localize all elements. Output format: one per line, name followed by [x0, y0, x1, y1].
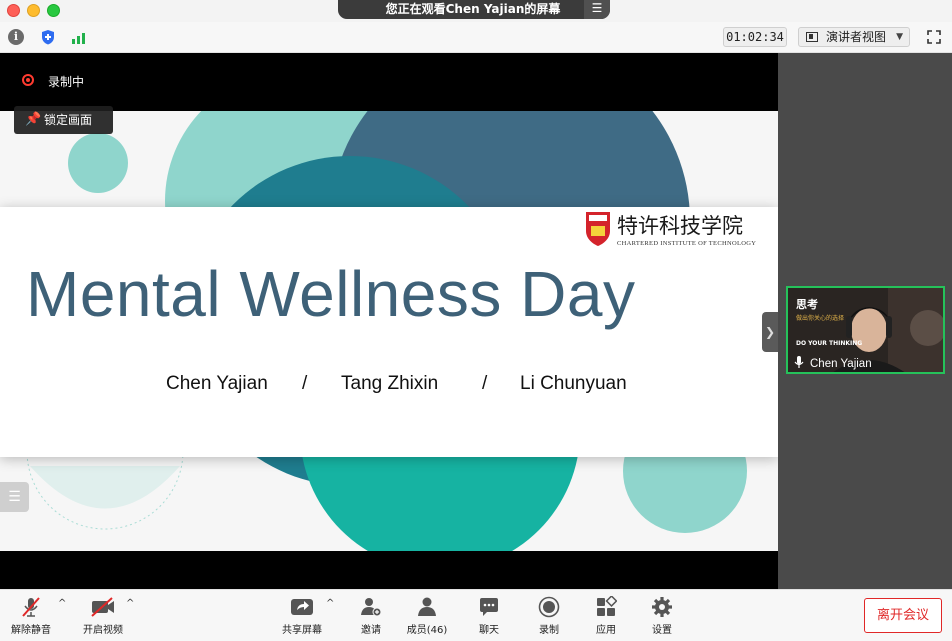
list-icon[interactable]: ☰	[0, 482, 29, 512]
participants-button[interactable]: 成员(46)	[404, 596, 450, 636]
share-options-chevron-up-icon[interactable]: ^	[326, 598, 334, 609]
apps-button[interactable]: 应用	[589, 596, 623, 636]
video-caption-subtitle: 做出你关心的选择	[796, 315, 845, 322]
pin-icon: 📌	[25, 112, 42, 127]
hamburger-menu-icon[interactable]: ☰	[584, 0, 610, 19]
unmute-label: 解除静音	[11, 625, 51, 636]
invite-label: 邀请	[361, 625, 381, 636]
meeting-timer: 01:02:34	[723, 27, 787, 47]
settings-label: 设置	[652, 625, 672, 636]
author-2: Tang Zhixin	[341, 373, 439, 394]
minimize-window-button[interactable]	[27, 4, 40, 17]
institute-shield-icon	[586, 212, 610, 246]
title-band: 特许科技学院 CHARTERED INSTITUTE OF TECHNOLOGY…	[0, 207, 778, 457]
lock-screen-label: 锁定画面	[44, 113, 93, 127]
chat-label: 聊天	[479, 625, 499, 636]
share-screen-icon	[291, 599, 313, 615]
author-3: Li Chunyuan	[520, 373, 627, 394]
share-screen-button[interactable]: 共享屏幕	[278, 596, 326, 636]
gear-icon	[652, 597, 672, 617]
audio-options-chevron-up-icon[interactable]: ^	[58, 598, 66, 609]
recording-label: 录制中	[48, 75, 85, 89]
record-label: 录制	[539, 625, 559, 636]
meeting-controls-bar: 解除静音 ^ 开启视频 ^ 共享屏幕 ^ 邀请 成员(46) 聊天 录制 应用 …	[0, 589, 952, 641]
apps-label: 应用	[596, 625, 616, 636]
collapse-panel-button[interactable]: ❯	[762, 312, 778, 352]
zoom-window: 您正在观看Chen Yajian的屏幕 ☰ i 01:02:34 演讲者视图 ▼…	[0, 0, 952, 641]
share-banner: 您正在观看Chen Yajian的屏幕 ☰	[338, 0, 610, 19]
info-icon[interactable]: i	[8, 29, 24, 45]
lock-screen-button[interactable]: 📌 锁定画面	[14, 106, 113, 134]
record-button[interactable]: 录制	[532, 596, 566, 636]
recording-dot-icon	[22, 74, 34, 86]
chat-button[interactable]: 聊天	[472, 596, 506, 636]
video-caption-english: DO YOUR THINKING	[796, 340, 863, 347]
microphone-icon	[794, 356, 804, 368]
start-video-label: 开启视频	[83, 625, 123, 636]
settings-button[interactable]: 设置	[645, 596, 679, 636]
share-banner-text: 您正在观看Chen Yajian的屏幕	[385, 2, 561, 16]
participant-video-tile[interactable]: 思考 做出你关心的选择 DO YOUR THINKING Chen Yajian	[786, 286, 945, 374]
video-off-icon	[91, 597, 114, 617]
logo-english-name: CHARTERED INSTITUTE OF TECHNOLOGY	[617, 240, 757, 247]
muted-microphone-icon	[22, 597, 40, 617]
fullscreen-icon[interactable]	[927, 30, 941, 44]
participant-name: Chen Yajian	[810, 358, 872, 370]
participants-icon	[418, 597, 436, 616]
author-separator-1: /	[302, 373, 308, 394]
share-screen-label: 共享屏幕	[282, 625, 322, 636]
apps-icon	[597, 596, 617, 616]
shared-screen-area: 录制中 📌 锁定画面 特许科技学院 CHARTERED INSTITUTE OF…	[0, 53, 778, 589]
shield-icon[interactable]	[40, 29, 56, 45]
video-caption-title: 思考	[796, 298, 818, 311]
chevron-down-icon: ▼	[896, 32, 903, 42]
signal-icon[interactable]	[71, 29, 89, 45]
presentation-slide: 特许科技学院 CHARTERED INSTITUTE OF TECHNOLOGY…	[0, 111, 778, 551]
record-icon	[538, 596, 560, 618]
title-bar: 您正在观看Chen Yajian的屏幕 ☰	[0, 0, 952, 22]
add-person-icon	[361, 598, 382, 617]
slide-title: Mental Wellness Day	[26, 258, 636, 330]
participants-label: 成员(46)	[406, 625, 448, 636]
author-1: Chen Yajian	[166, 373, 268, 394]
invite-button[interactable]: 邀请	[354, 596, 388, 636]
view-mode-dropdown[interactable]: 演讲者视图 ▼	[798, 27, 910, 47]
unmute-button[interactable]: 解除静音	[8, 596, 54, 636]
logo-chinese-name: 特许科技学院	[617, 214, 743, 238]
author-separator-2: /	[482, 373, 488, 394]
view-mode-label: 演讲者视图	[826, 30, 887, 44]
speaker-view-icon	[806, 32, 818, 42]
start-video-button[interactable]: 开启视频	[80, 596, 126, 636]
close-window-button[interactable]	[7, 4, 20, 17]
zoom-window-button[interactable]	[47, 4, 60, 17]
video-options-chevron-up-icon[interactable]: ^	[126, 598, 134, 609]
meeting-top-toolbar: i 01:02:34 演讲者视图 ▼	[0, 22, 952, 53]
leave-meeting-button[interactable]: 离开会议	[864, 598, 942, 633]
chat-icon	[480, 598, 498, 616]
